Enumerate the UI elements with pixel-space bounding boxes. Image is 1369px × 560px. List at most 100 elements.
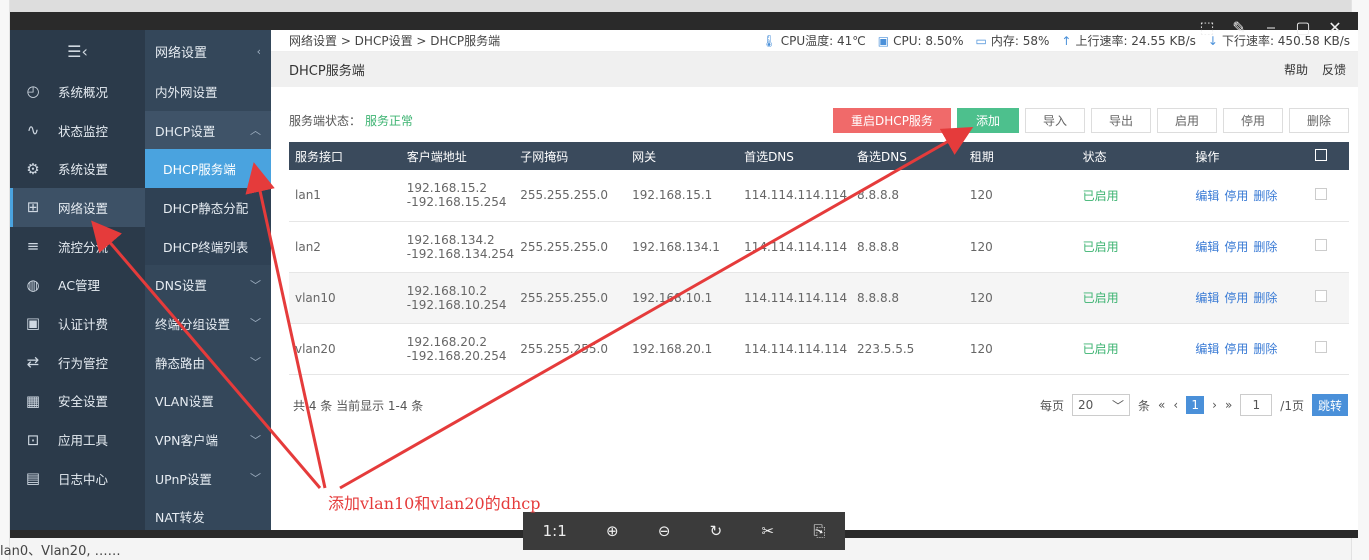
delete-link[interactable]: 删除	[1253, 291, 1277, 305]
disable-link[interactable]: 停用	[1224, 291, 1248, 305]
subnav-item[interactable]: 静态路由 ﹀	[145, 343, 271, 382]
subnav-item[interactable]: 终端分组设置 ﹀	[145, 304, 271, 343]
edit-link[interactable]: 编辑	[1195, 189, 1219, 203]
sidebar-item-label: AC管理	[58, 278, 101, 294]
table-row[interactable]: vlan10 192.168.10.2 -192.168.10.254 255.255…	[289, 272, 1349, 323]
sidebar-item-label: 认证计费	[58, 316, 109, 332]
add-button[interactable]: 添加	[957, 108, 1019, 133]
disable-link[interactable]: 停用	[1224, 189, 1248, 203]
viewer-control-icon[interactable]: ⎯	[1262, 17, 1280, 37]
cpu-temp-text: CPU温度: 41℃	[780, 34, 866, 48]
menu-toggle-icon[interactable]: ☰‹	[10, 30, 145, 72]
subnav-item-label: 终端分组设置	[155, 316, 231, 332]
secondary-sidebar: 网络设置 ‹ 内外网设置 DHCP设置 ︿ DHCP服务端 DHCP静态分配 DHCP终端…	[145, 30, 271, 530]
sidebar-icon: ▤	[25, 469, 41, 488]
current-page-button[interactable]: 1	[1186, 396, 1205, 414]
mask-cell: 255.255.255.0	[520, 239, 608, 254]
first-page-icon[interactable]: «	[1158, 398, 1165, 412]
edit-link[interactable]: 编辑	[1195, 291, 1219, 305]
status-cell: 已启用	[1082, 342, 1119, 356]
subnav-item[interactable]: NAT转发	[145, 498, 271, 537]
zoom-toolbar-icon[interactable]: 1:1	[543, 522, 567, 540]
delete-link[interactable]: 删除	[1253, 342, 1277, 356]
sidebar-item[interactable]: ▤ 日志中心	[10, 459, 145, 498]
page-size-select[interactable]: 20 ﹀	[1071, 394, 1130, 416]
table-row[interactable]: vlan20 192.168.20.2 -192.168.20.254 255.255…	[289, 323, 1349, 374]
export-button[interactable]: 导出	[1091, 108, 1151, 133]
sidebar-item[interactable]: ⊞ 网络设置	[10, 188, 145, 227]
jump-button[interactable]: 跳转	[1311, 394, 1348, 416]
table-row[interactable]: lan2 192.168.134.2 -192.168.134.254 255.255…	[289, 221, 1349, 272]
subnav-item[interactable]: DHCP终端列表	[145, 226, 271, 266]
sidebar-item[interactable]: ▣ 认证计费	[10, 304, 145, 343]
sidebar-item[interactable]: ◴ 系统概况	[10, 72, 145, 111]
row-checkbox[interactable]	[1315, 290, 1328, 302]
sidebar-item-label: 状态监控	[58, 123, 109, 139]
subnav-item-label: DHCP设置	[155, 123, 216, 139]
disable-link[interactable]: 停用	[1224, 240, 1248, 254]
zoom-toolbar-icon[interactable]: ⊕	[606, 522, 619, 540]
subnav-item[interactable]: VLAN设置	[145, 382, 271, 421]
next-page-icon[interactable]: ›	[1212, 398, 1217, 412]
sidebar-item[interactable]: ⇄ 行为管控	[10, 343, 145, 382]
viewer-control-icon[interactable]: ✎	[1230, 18, 1248, 37]
subnav-item-label: DNS设置	[155, 278, 207, 294]
subnav-item[interactable]: DHCP设置 ︿	[145, 110, 271, 150]
delete-button[interactable]: 删除	[1289, 108, 1349, 133]
column-header: 网关	[632, 149, 657, 164]
sidebar-icon: ∿	[26, 121, 40, 140]
subnav-item[interactable]: 内外网设置	[145, 72, 271, 111]
subnav-item[interactable]: UPnP设置 ﹀	[145, 459, 271, 498]
subnav-title: 网络设置	[155, 45, 208, 61]
operations-cell: 编辑 停用 删除	[1189, 170, 1309, 221]
cpu-text: CPU: 8.50%	[893, 33, 964, 48]
delete-link[interactable]: 删除	[1253, 189, 1277, 203]
import-button[interactable]: 导入	[1025, 108, 1085, 133]
enable-button[interactable]: 启用	[1157, 108, 1217, 133]
restart-dhcp-button[interactable]: 重启DHCP服务	[833, 108, 951, 133]
delete-link[interactable]: 删除	[1253, 240, 1277, 254]
help-link[interactable]: 帮助	[1284, 61, 1308, 78]
collapse-icon[interactable]: ‹	[257, 45, 261, 58]
last-page-icon[interactable]: »	[1225, 398, 1232, 412]
edit-link[interactable]: 编辑	[1195, 342, 1219, 356]
row-select-cell	[1309, 170, 1349, 221]
row-checkbox[interactable]	[1315, 187, 1328, 200]
disable-link[interactable]: 停用	[1224, 342, 1248, 356]
zoom-toolbar-icon[interactable]: ⊖	[658, 522, 671, 540]
subnav-item[interactable]: DNS设置 ﹀	[145, 265, 271, 304]
viewer-control-icon[interactable]: ✕	[1326, 18, 1344, 37]
sidebar-item[interactable]: ⊡ 应用工具	[10, 420, 145, 459]
row-checkbox[interactable]	[1315, 341, 1328, 353]
address-end: -192.168.134.254	[406, 246, 515, 261]
sidebar-icon: ⊡	[26, 430, 40, 449]
zoom-toolbar-icon[interactable]: ✂	[762, 522, 775, 540]
subnav-item[interactable]: VPN客户端 ﹀	[145, 420, 271, 459]
viewer-control-icon[interactable]: ⬚	[1198, 18, 1216, 37]
zoom-toolbar-icon[interactable]: ⎘	[813, 522, 825, 540]
subnav-item[interactable]: DHCP服务端	[145, 149, 271, 189]
sidebar-item[interactable]: ⚙ 系统设置	[10, 149, 145, 188]
zoom-toolbar-icon[interactable]: ↻	[710, 522, 723, 540]
page-number-input[interactable]: 1	[1240, 394, 1273, 416]
subnav-item[interactable]: DHCP静态分配	[145, 188, 271, 227]
edit-link[interactable]: 编辑	[1195, 240, 1219, 254]
row-checkbox[interactable]	[1315, 239, 1328, 251]
lease-cell: 120	[969, 341, 993, 356]
subnav-item-label: VLAN设置	[155, 394, 214, 410]
sidebar-item[interactable]: ▦ 安全设置	[10, 382, 145, 421]
sidebar-item[interactable]: ∿ 状态监控	[10, 111, 145, 150]
table-row[interactable]: lan1 192.168.15.2 -192.168.15.254 255.255.2…	[289, 170, 1349, 221]
dns2-cell: 223.5.5.5	[857, 341, 915, 356]
annotation-text: 添加vlan10和vlan20的dhcp	[328, 494, 541, 513]
sidebar-item[interactable]: ≡ 流控分流	[10, 227, 145, 266]
prev-page-icon[interactable]: ‹	[1173, 398, 1178, 412]
cpu-stat: ▣ CPU: 8.50%	[878, 32, 964, 49]
subnav-item-label: NAT转发	[155, 510, 205, 526]
select-all-checkbox[interactable]	[1315, 148, 1328, 161]
per-page-label: 每页	[1039, 398, 1064, 413]
sidebar-item[interactable]: ◍ AC管理	[10, 265, 145, 304]
disable-button[interactable]: 停用	[1223, 108, 1283, 133]
viewer-control-icon[interactable]: ▢	[1294, 18, 1312, 37]
feedback-link[interactable]: 反馈	[1322, 61, 1346, 78]
